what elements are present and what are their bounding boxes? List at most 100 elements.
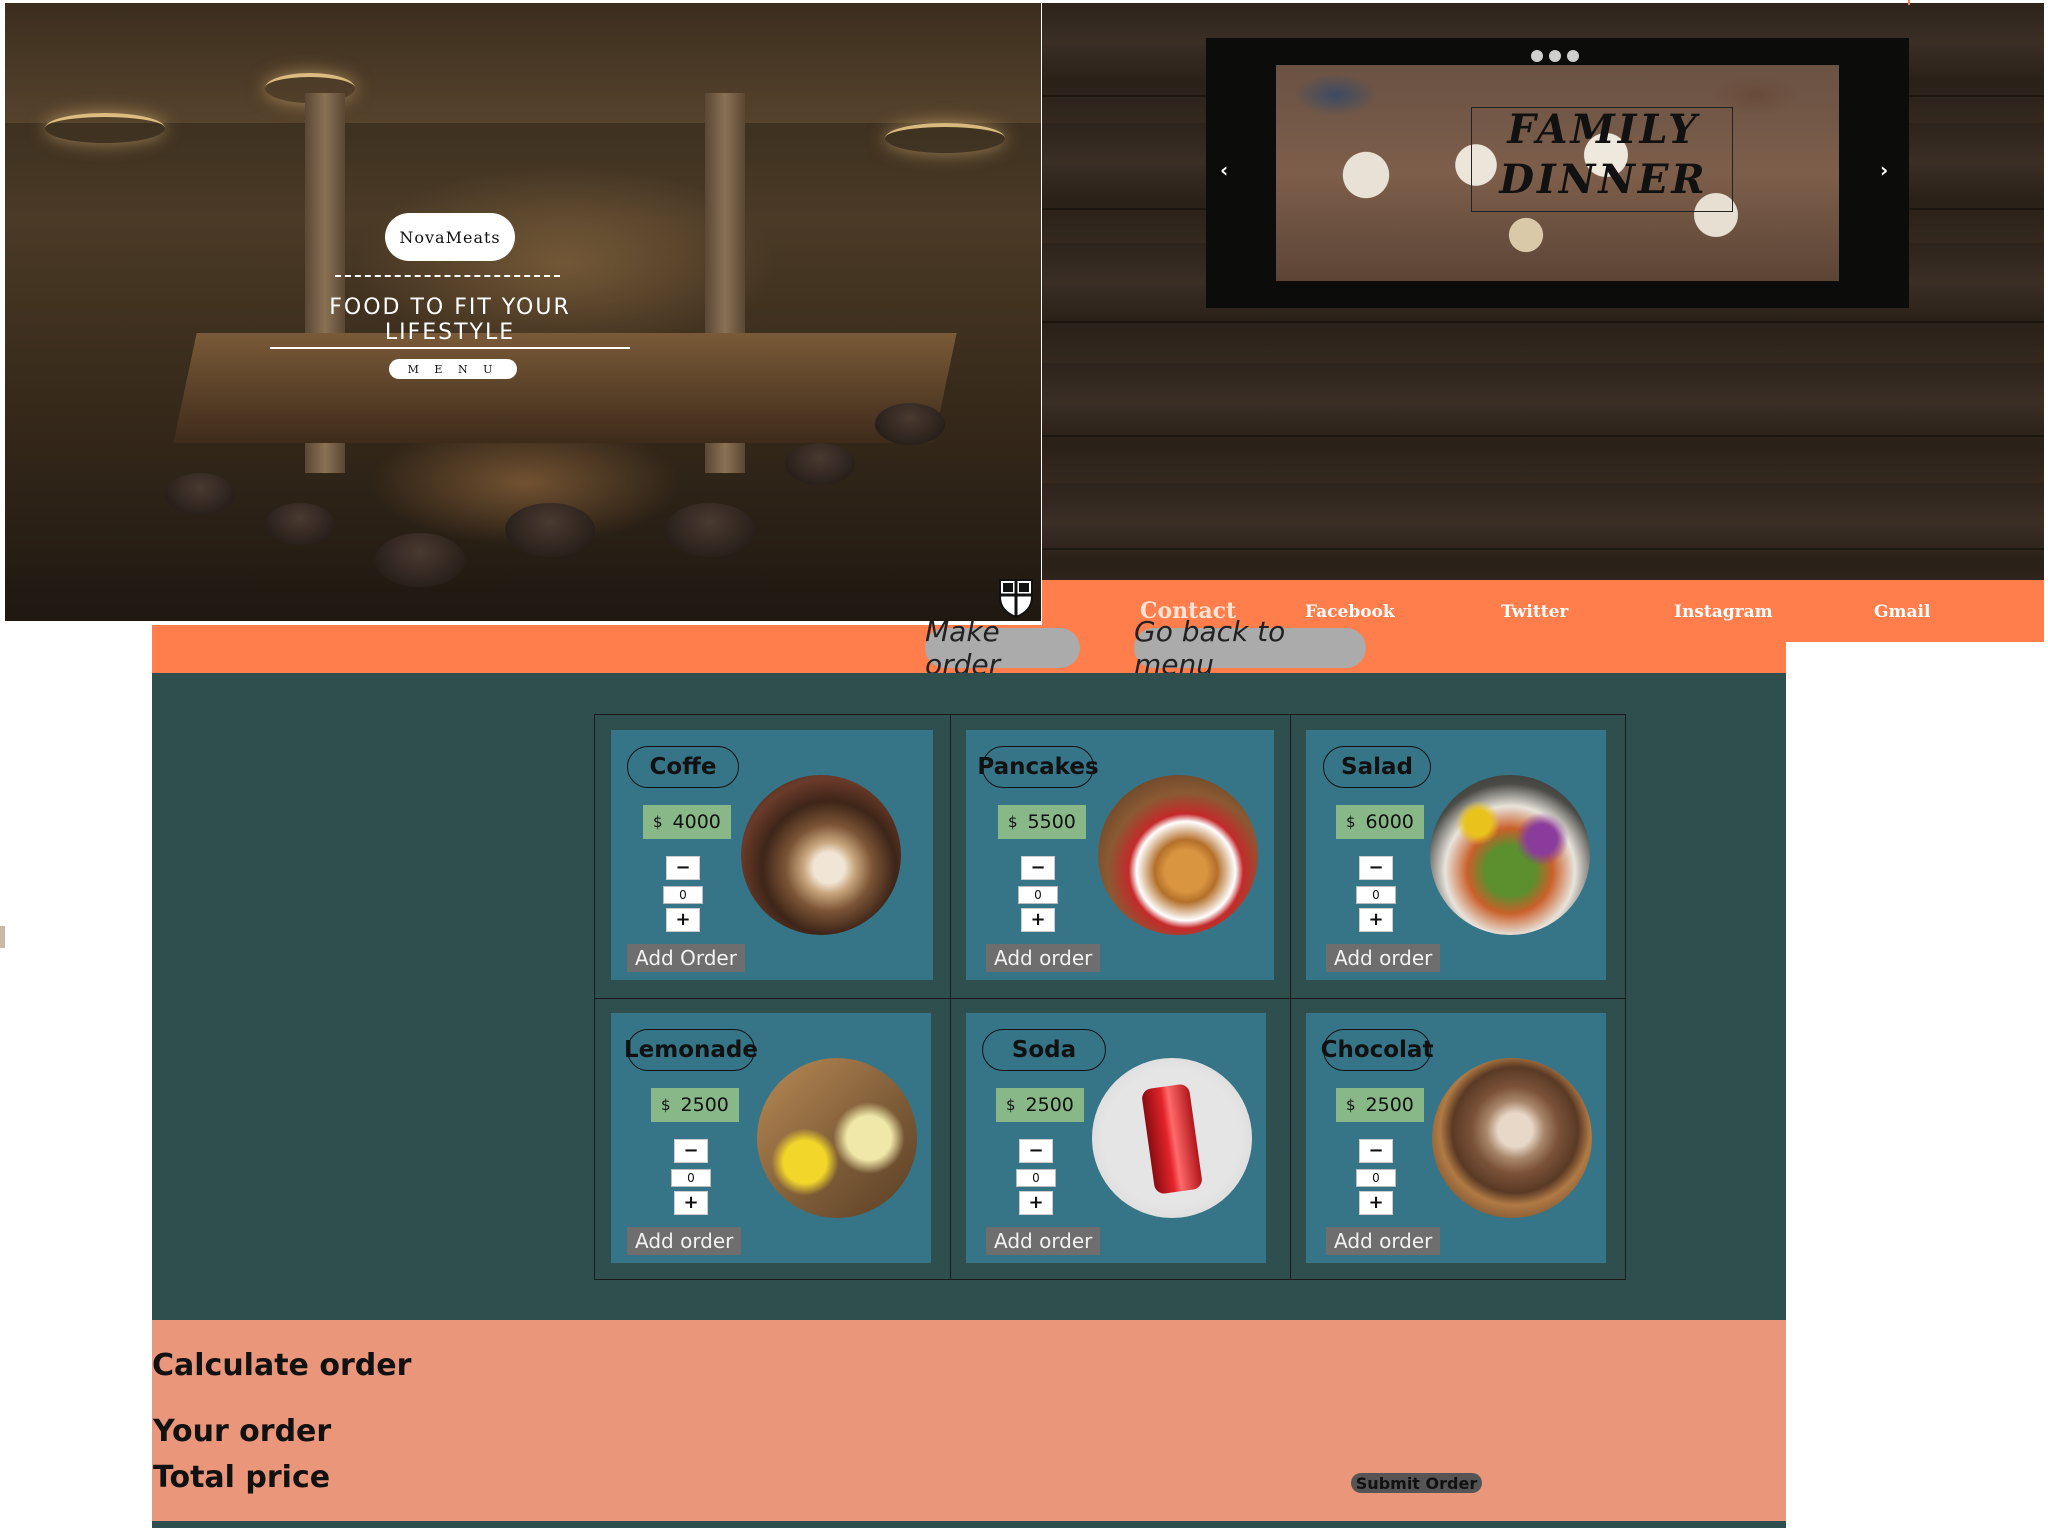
currency-symbol: $ xyxy=(1346,1096,1356,1114)
add-order-button[interactable]: Add order xyxy=(627,1227,742,1255)
your-order-label: Your order xyxy=(153,1414,332,1449)
chandelier xyxy=(885,123,1005,153)
bar-stool xyxy=(505,503,595,557)
carousel-indicators xyxy=(1531,50,1579,62)
wood-plank-gap xyxy=(1042,548,2044,550)
bar-stool xyxy=(375,533,465,587)
chandelier xyxy=(45,113,165,143)
increase-button[interactable]: + xyxy=(674,1191,708,1215)
increase-button[interactable]: + xyxy=(1019,1191,1053,1215)
hero-banner: NovaMeats FOOD TO FIT YOUR LIFESTYLE M E… xyxy=(5,3,1041,621)
increase-button[interactable]: + xyxy=(1021,908,1055,932)
price-value: 2500 xyxy=(1365,1094,1414,1116)
decrease-button[interactable]: − xyxy=(674,1139,708,1163)
quantity-field[interactable]: 0 xyxy=(1016,1169,1056,1187)
grid-divider xyxy=(595,998,1625,999)
calculate-section: Calculate order Your order Total price xyxy=(152,1320,1786,1521)
footer-strip xyxy=(152,1521,1786,1528)
product-price: $6000 xyxy=(1336,805,1424,839)
product-price: $5500 xyxy=(998,805,1086,839)
add-order-button[interactable]: Add order xyxy=(1326,1227,1441,1255)
product-card-soda: Soda $2500 − 0 + Add order xyxy=(966,1013,1266,1263)
instagram-link[interactable]: Instagram xyxy=(1674,602,1773,622)
add-order-button[interactable]: Add Order xyxy=(627,944,745,972)
currency-symbol: $ xyxy=(661,1096,671,1114)
product-card-chocolat: Chocolat $2500 − 0 + Add order xyxy=(1306,1013,1606,1263)
soda-photo xyxy=(1092,1058,1252,1218)
shield-icon[interactable] xyxy=(997,577,1035,619)
dashed-divider xyxy=(335,275,560,277)
page: NovaMeats FOOD TO FIT YOUR LIFESTYLE M E… xyxy=(0,0,2048,1528)
quantity-field[interactable]: 0 xyxy=(663,886,703,904)
carousel-dot[interactable] xyxy=(1531,50,1543,62)
carousel: ‹ FAMILY DINNER › xyxy=(1206,38,1909,308)
quantity-field[interactable]: 0 xyxy=(671,1169,711,1187)
product-name: Pancakes xyxy=(977,746,1099,788)
carousel-slide-image: FAMILY DINNER xyxy=(1276,65,1839,281)
slide-title-line: DINNER xyxy=(1499,156,1708,203)
quantity-field[interactable]: 0 xyxy=(1356,1169,1396,1187)
quantity-field[interactable]: 0 xyxy=(1356,886,1396,904)
decrease-button[interactable]: − xyxy=(1359,1139,1393,1163)
price-value: 2500 xyxy=(1025,1094,1074,1116)
decrease-button[interactable]: − xyxy=(666,856,700,880)
decrease-button[interactable]: − xyxy=(1019,1139,1053,1163)
carousel-dot[interactable] xyxy=(1549,50,1561,62)
increase-button[interactable]: + xyxy=(1359,908,1393,932)
bar-stool xyxy=(265,503,335,545)
product-card-salad: Salad $6000 − 0 + Add order xyxy=(1306,730,1606,980)
price-value: 2500 xyxy=(680,1094,729,1116)
product-price: $2500 xyxy=(651,1088,739,1122)
top-edge-mark xyxy=(1908,0,1910,5)
add-order-button[interactable]: Add order xyxy=(986,1227,1101,1255)
price-value: 6000 xyxy=(1365,811,1414,833)
bar-stool xyxy=(165,473,235,515)
brand-logo[interactable]: NovaMeats xyxy=(385,213,515,261)
product-name: Soda xyxy=(982,1029,1106,1071)
increase-button[interactable]: + xyxy=(666,908,700,932)
salad-photo xyxy=(1430,775,1590,935)
coffee-photo xyxy=(741,775,901,935)
total-price-label: Total price xyxy=(153,1460,331,1495)
product-price: $2500 xyxy=(996,1088,1084,1122)
soda-can xyxy=(1140,1083,1204,1195)
carousel-dot[interactable] xyxy=(1567,50,1579,62)
submit-order-button[interactable]: Submit Order xyxy=(1351,1473,1482,1493)
product-name: Lemonade xyxy=(624,1029,758,1071)
slide-title: FAMILY DINNER xyxy=(1476,105,1731,205)
make-order-button[interactable]: Make order xyxy=(925,615,1080,681)
decrease-button[interactable]: − xyxy=(1021,856,1055,880)
go-back-button[interactable]: Go back to menu xyxy=(1134,615,1366,681)
bar-counter xyxy=(173,333,957,443)
grid-divider xyxy=(1290,715,1291,1279)
gmail-link[interactable]: Gmail xyxy=(1874,602,1930,622)
add-order-button[interactable]: Add order xyxy=(986,944,1101,972)
bar-stool xyxy=(875,403,945,445)
product-name: Chocolat xyxy=(1321,1029,1433,1071)
menu-button[interactable]: M E N U xyxy=(389,359,517,379)
chevron-left-icon[interactable]: ‹ xyxy=(1220,158,1228,182)
product-card-pancakes: Pancakes $5500 − 0 + Add order xyxy=(966,730,1274,980)
chevron-right-icon[interactable]: › xyxy=(1880,158,1888,182)
currency-symbol: $ xyxy=(653,813,663,831)
bar-stool xyxy=(785,443,855,485)
price-value: 4000 xyxy=(672,811,721,833)
currency-symbol: $ xyxy=(1346,813,1356,831)
wood-plank-gap xyxy=(1042,321,2044,323)
hero-ceiling xyxy=(5,3,1041,123)
price-value: 5500 xyxy=(1027,811,1076,833)
wood-plank-gap xyxy=(1042,435,2044,437)
product-card-lemonade: Lemonade $2500 − 0 + Add order xyxy=(611,1013,931,1263)
twitter-link[interactable]: Twitter xyxy=(1501,602,1568,622)
calculate-heading: Calculate order xyxy=(152,1348,412,1383)
grid-divider xyxy=(950,715,951,1279)
currency-symbol: $ xyxy=(1008,813,1018,831)
quantity-field[interactable]: 0 xyxy=(1018,886,1058,904)
product-card-coffe: Coffe $4000 − 0 + Add Order xyxy=(611,730,933,980)
increase-button[interactable]: + xyxy=(1359,1191,1393,1215)
product-name: Coffe xyxy=(627,746,739,788)
hero-tagline: FOOD TO FIT YOUR LIFESTYLE xyxy=(270,295,630,349)
add-order-button[interactable]: Add order xyxy=(1326,944,1441,972)
product-name: Salad xyxy=(1323,746,1431,788)
decrease-button[interactable]: − xyxy=(1359,856,1393,880)
